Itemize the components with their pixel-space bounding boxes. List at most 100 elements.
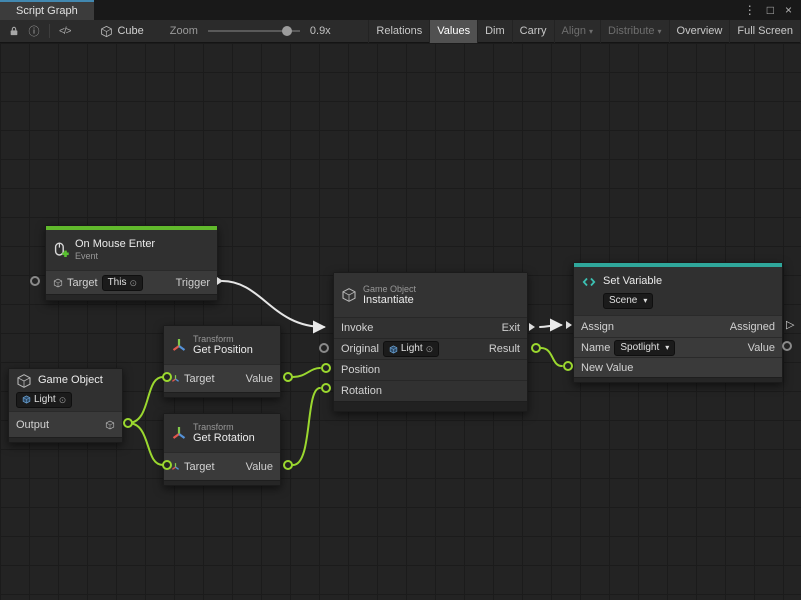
- align-button[interactable]: Align▾: [554, 20, 600, 43]
- tab-title: Script Graph: [16, 5, 78, 17]
- graph-target[interactable]: Cube: [100, 25, 143, 38]
- rotation-port-label: Rotation: [341, 385, 382, 397]
- transform-icon: [171, 337, 187, 353]
- variable-scope-dropdown[interactable]: Scene ▾: [603, 293, 653, 309]
- node-title: Get Position: [193, 344, 253, 357]
- node-on-mouse-enter[interactable]: On Mouse Enter Event Target This ⊙ Trigg…: [45, 225, 218, 301]
- event-trigger-port[interactable]: [217, 277, 223, 285]
- game-object-icon: [389, 345, 398, 354]
- set-variable-value-port[interactable]: [782, 341, 792, 351]
- object-picker-icon[interactable]: ⊙: [59, 394, 67, 406]
- zoom-slider[interactable]: [208, 30, 300, 32]
- node-header: Transform Get Rotation: [164, 414, 280, 452]
- get-rotation-target-port[interactable]: [162, 460, 172, 470]
- instantiate-original-port[interactable]: [319, 343, 329, 353]
- instantiate-original-row: Original Light ⊙ Result: [334, 338, 527, 359]
- node-footer: [9, 437, 122, 442]
- node-header: Game Object Light ⊙: [9, 369, 122, 411]
- tab-script-graph[interactable]: Script Graph: [0, 0, 94, 20]
- this-value-pill[interactable]: This ⊙: [102, 275, 143, 291]
- connection-output-getposition-target[interactable]: [128, 377, 163, 423]
- node-title: Instantiate: [363, 294, 416, 307]
- connection-result-newvalue[interactable]: [541, 348, 562, 366]
- game-object-output-row: Output: [9, 411, 122, 437]
- node-category: Transform: [193, 422, 255, 432]
- set-variable-assign-port[interactable]: [566, 321, 572, 329]
- node-instantiate[interactable]: Game Object Instantiate Invoke Exit Orig…: [333, 272, 528, 412]
- chevron-down-icon: ▾: [658, 27, 662, 36]
- target-port-label: Target: [184, 373, 215, 385]
- window-menu-icon[interactable]: ⋮: [744, 4, 756, 16]
- cube-icon: [100, 25, 113, 38]
- code-view-icon[interactable]: </>: [55, 26, 74, 37]
- node-get-position[interactable]: Transform Get Position Target Value: [163, 325, 281, 398]
- instantiate-position-row: Position: [334, 359, 527, 380]
- node-header: On Mouse Enter Event: [46, 230, 217, 270]
- node-game-object-literal[interactable]: Game Object Light ⊙ Output: [8, 368, 123, 443]
- instantiate-exit-port[interactable]: [529, 323, 535, 331]
- node-footer: [334, 401, 527, 411]
- dim-button[interactable]: Dim: [477, 20, 512, 43]
- set-variable-assign-row: Assign Assigned: [574, 315, 782, 337]
- carry-button[interactable]: Carry: [512, 20, 554, 43]
- invoke-port-label: Invoke: [341, 322, 373, 334]
- output-port-label: Output: [16, 419, 49, 431]
- node-set-variable[interactable]: Set Variable Scene ▾ Assign Assigned Nam…: [573, 262, 783, 383]
- connection-output-getrotation-target[interactable]: [128, 423, 163, 465]
- variable-icon: [581, 274, 597, 290]
- game-object-icon: [22, 395, 31, 404]
- maximize-icon[interactable]: □: [767, 4, 774, 16]
- get-position-value-port[interactable]: [283, 372, 293, 382]
- target-port-label: Target: [67, 277, 98, 289]
- lock-icon[interactable]: [4, 20, 24, 43]
- node-header: Game Object Instantiate: [334, 273, 527, 317]
- overview-button[interactable]: Overview: [669, 20, 730, 43]
- node-header: Set Variable Scene ▾: [574, 267, 782, 315]
- info-icon[interactable]: ⓘ: [24, 20, 44, 43]
- light-value-pill[interactable]: Light ⊙: [383, 341, 439, 357]
- mouse-enter-icon: [53, 242, 69, 258]
- values-button[interactable]: Values: [429, 20, 477, 43]
- node-category: Transform: [193, 334, 253, 344]
- connection-trigger-invoke[interactable]: [222, 281, 324, 327]
- connection-rotation-value[interactable]: [293, 388, 320, 465]
- node-footer: [164, 480, 280, 485]
- node-footer: [46, 294, 217, 300]
- node-category: Game Object: [363, 284, 416, 294]
- tab-bar: Script Graph ⋮ □ ×: [0, 0, 801, 20]
- cube-icon: [341, 287, 357, 303]
- instantiate-result-port[interactable]: [531, 343, 541, 353]
- get-position-target-port[interactable]: [162, 372, 172, 382]
- node-title: Game Object: [38, 374, 103, 387]
- close-icon[interactable]: ×: [785, 4, 792, 16]
- game-object-output-port[interactable]: [123, 418, 133, 428]
- get-rotation-value-port[interactable]: [283, 460, 293, 470]
- relations-button[interactable]: Relations: [368, 20, 429, 43]
- connection-exit-assign[interactable]: [540, 325, 561, 327]
- set-variable-assigned-port[interactable]: ▷: [786, 320, 794, 331]
- object-picker-icon[interactable]: ⊙: [129, 277, 137, 289]
- set-variable-name-row: Name Spotlight ▾ Value: [574, 337, 782, 357]
- zoom-slider-handle[interactable]: [282, 26, 292, 36]
- variable-name-dropdown[interactable]: Spotlight ▾: [614, 340, 675, 356]
- event-target-input-port[interactable]: [30, 276, 40, 286]
- light-value-pill[interactable]: Light ⊙: [16, 392, 72, 408]
- instantiate-position-port[interactable]: [321, 363, 331, 373]
- connection-position-value[interactable]: [293, 368, 320, 377]
- cube-icon: [105, 420, 115, 430]
- distribute-button[interactable]: Distribute▾: [600, 20, 668, 43]
- node-get-rotation[interactable]: Transform Get Rotation Target Value: [163, 413, 281, 486]
- instantiate-rotation-port[interactable]: [321, 383, 331, 393]
- set-variable-newvalue-port[interactable]: [563, 361, 573, 371]
- zoom-label: Zoom: [170, 25, 198, 37]
- assign-port-label: Assign: [581, 321, 614, 333]
- cube-icon: [53, 278, 63, 288]
- name-port-label: Name: [581, 342, 610, 354]
- graph-toolbar: ⓘ </> Cube Zoom 0.9x Relations Values Di…: [0, 20, 801, 43]
- exit-port-label: Exit: [502, 322, 520, 334]
- toolbar-separator: [49, 24, 50, 38]
- object-picker-icon[interactable]: ⊙: [426, 343, 434, 355]
- transform-icon: [171, 425, 187, 441]
- graph-canvas[interactable]: On Mouse Enter Event Target This ⊙ Trigg…: [0, 43, 801, 600]
- fullscreen-button[interactable]: Full Screen: [729, 20, 801, 43]
